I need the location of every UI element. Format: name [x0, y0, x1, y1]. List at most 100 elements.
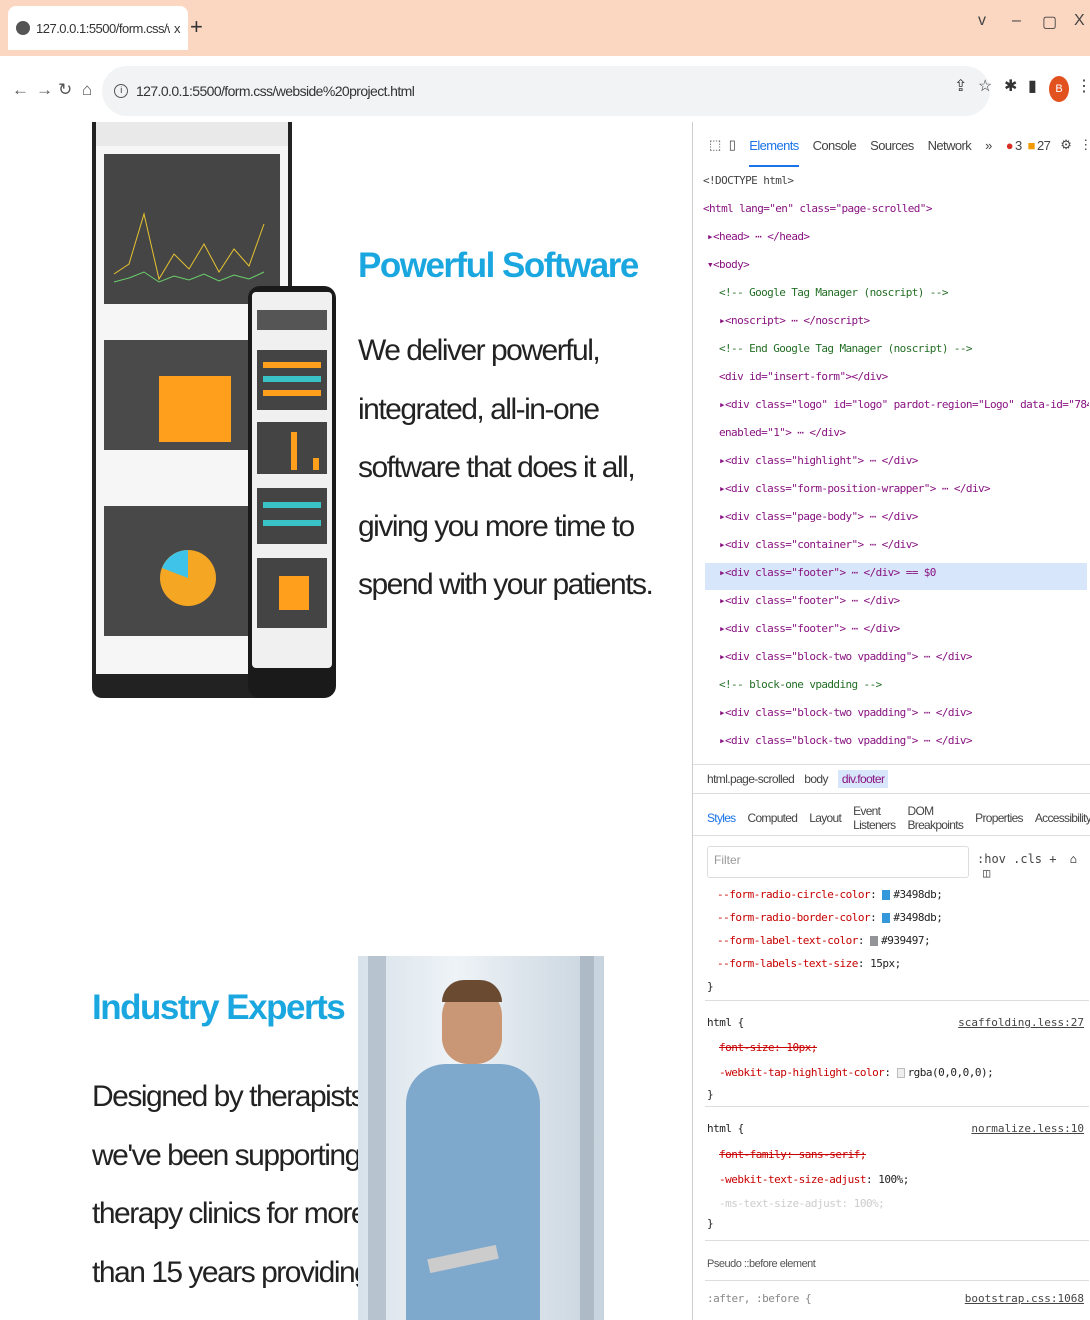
color-swatch[interactable] — [882, 890, 891, 900]
dom-node[interactable]: <html lang="en" class="page-scrolled"> — [703, 202, 932, 215]
dom-node[interactable]: <!-- block-one vpadding --> — [719, 678, 882, 691]
web-page: Powerful Software We deliver powerful, i… — [0, 122, 692, 1320]
error-icon: ● — [1005, 137, 1014, 153]
subtab-properties[interactable]: Properties — [975, 811, 1023, 825]
error-count[interactable]: 3 — [1015, 138, 1022, 153]
color-swatch[interactable] — [870, 936, 879, 946]
new-tab-button[interactable]: + — [190, 14, 203, 40]
rule-source-link[interactable]: bootstrap.css:1068 — [965, 1292, 1084, 1305]
close-window-button[interactable]: X — [1074, 12, 1085, 30]
tab-search-icon[interactable]: v — [978, 12, 986, 30]
dom-node[interactable]: ▸<div class="page-body"> ⋯ </div> — [719, 510, 918, 523]
faded-property[interactable]: -ms-text-size-adjust: 100%; — [719, 1197, 885, 1210]
tab-console[interactable]: Console — [813, 138, 857, 153]
subtab-computed[interactable]: Computed — [747, 811, 797, 825]
style-var-4[interactable]: --form-labels-text-size: 15px; — [717, 957, 901, 970]
dom-node[interactable]: ▸<div class="form-position-wrapper"> ⋯ <… — [719, 482, 991, 495]
warning-icon: ■ — [1027, 137, 1036, 153]
color-swatch[interactable] — [896, 1068, 905, 1078]
sidepanel-icon[interactable]: ▮ — [1028, 76, 1037, 96]
devtools-panel: ⬚ ▯ Elements Console Sources Network » ●… — [692, 122, 1090, 1320]
maximize-button[interactable]: ▢ — [1042, 12, 1057, 32]
url-text: 127.0.0.1:5500/form.css/webside%20projec… — [136, 83, 415, 99]
kebab-menu-icon[interactable]: ⋮ — [1076, 76, 1090, 96]
dom-node[interactable]: ▸<noscript> ⋯ </noscript> — [719, 314, 870, 327]
subtab-styles[interactable]: Styles — [707, 811, 736, 825]
dom-node[interactable]: <!DOCTYPE html> — [703, 174, 794, 187]
pseudo-element-label: Pseudo ::before element — [707, 1258, 816, 1270]
dom-node[interactable]: ▸<div class="block-two vpadding"> ⋯ </di… — [719, 734, 973, 747]
tab-title: 127.0.0.1:5500/form.css/webside — [36, 20, 170, 36]
styles-filter-input[interactable]: Filter — [707, 846, 969, 878]
tab-sources[interactable]: Sources — [870, 138, 914, 153]
extensions-puzzle-icon[interactable]: ✱ — [1004, 76, 1017, 96]
dom-node[interactable]: ▸<div class="block-two vpadding"> ⋯ </di… — [719, 650, 973, 663]
dom-node[interactable]: ▸<div class="footer"> ⋯ </div> == $0 — [719, 566, 936, 579]
tab-strip: 127.0.0.1:5500/form.css/webside x + v – … — [0, 0, 1090, 56]
powerful-software-text: We deliver powerful, integrated, all-in-… — [358, 334, 654, 601]
dom-node[interactable]: ▸<div class="container"> ⋯ </div> — [719, 538, 918, 551]
filter-tools-text[interactable]: :hov .cls + — [977, 852, 1056, 866]
paint-bucket-icon[interactable]: ⌂ — [1070, 852, 1077, 866]
profile-avatar[interactable]: B — [1049, 76, 1069, 102]
phone-screen — [252, 292, 332, 668]
dom-node[interactable]: ▾<body> — [707, 258, 750, 271]
back-arrow-icon[interactable]: ← — [12, 80, 29, 100]
address-bar[interactable]: i 127.0.0.1:5500/form.css/webside%20proj… — [102, 66, 990, 116]
dom-node[interactable]: ▸<div class="logo" id="logo" pardot-regi… — [719, 398, 1089, 411]
dom-tree: <!DOCTYPE html> <html lang="en" class="pa… — [703, 168, 1089, 756]
industry-experts-heading: Industry Experts — [92, 988, 346, 1027]
home-icon[interactable]: ⌂ — [82, 80, 92, 100]
dom-node[interactable]: <!-- End Google Tag Manager (noscript) -… — [719, 342, 973, 355]
overridden-property[interactable]: font-family: sans-serif; — [719, 1148, 866, 1161]
dom-node[interactable]: ▸<head> ⋯ </head> — [707, 230, 810, 243]
rule-selector[interactable]: html { — [707, 1016, 744, 1029]
forward-arrow-icon[interactable]: → — [36, 80, 53, 100]
tab-network[interactable]: Network — [928, 138, 972, 153]
dom-node[interactable]: enabled="1"> ⋯ </div> — [719, 426, 846, 439]
style-var-2[interactable]: --form-radio-border-color: #3498db; — [717, 911, 943, 924]
crumb-div-footer[interactable]: div.footer — [837, 770, 889, 788]
dom-node[interactable]: ▸<div class="footer"> ⋯ </div> — [719, 594, 900, 607]
rule-selector[interactable]: html { — [707, 1122, 744, 1135]
dom-node[interactable]: <!-- Google Tag Manager (noscript) --> — [719, 286, 948, 299]
dom-node[interactable]: <div id="insert-form"></div> — [719, 370, 888, 383]
browser-tab[interactable]: 127.0.0.1:5500/form.css/webside x — [8, 6, 188, 50]
devtools-menu-icon[interactable]: ⋮ — [1079, 137, 1090, 153]
style-property[interactable]: -webkit-text-size-adjust: 100%; — [719, 1173, 909, 1186]
inspect-element-icon[interactable]: ⬚ — [709, 137, 721, 153]
subtab-dom-breakpoints[interactable]: DOM Breakpoints — [907, 804, 963, 832]
therapist-photo — [358, 956, 604, 1320]
close-tab-icon[interactable]: x — [174, 21, 181, 36]
subtab-event-listeners[interactable]: Event Listeners — [853, 804, 896, 832]
color-swatch[interactable] — [882, 913, 891, 923]
style-property[interactable]: -webkit-tap-highlight-color: rgba(0,0,0,… — [719, 1066, 994, 1079]
styles-subtab-bar: Styles Computed Layout Event Listeners D… — [693, 800, 1090, 836]
rule-source-link[interactable]: normalize.less:10 — [971, 1122, 1084, 1135]
dom-node[interactable]: ▸<div class="footer"> ⋯ </div> — [719, 622, 900, 635]
more-tabs-button[interactable]: » — [985, 138, 992, 153]
rule-source-link[interactable]: scaffolding.less:27 — [958, 1016, 1084, 1029]
share-icon[interactable]: ⇪ — [954, 76, 967, 96]
crumb-html[interactable]: html.page-scrolled — [707, 772, 795, 786]
device-toggle-icon[interactable]: ▯ — [729, 137, 736, 153]
settings-gear-icon[interactable]: ⚙ — [1060, 137, 1072, 153]
subtab-accessibility[interactable]: Accessibility — [1035, 811, 1090, 825]
dom-node[interactable]: ▸<div class="block-two vpadding"> ⋯ </di… — [719, 706, 973, 719]
dom-node[interactable]: ▸<div class="highlight"> ⋯ </div> — [719, 454, 918, 467]
phone-mockup-image — [248, 286, 336, 698]
powerful-software-heading: Powerful Software — [358, 246, 639, 285]
minimize-button[interactable]: – — [1012, 12, 1021, 30]
tab-elements[interactable]: Elements — [749, 138, 799, 167]
site-info-icon[interactable]: i — [114, 84, 128, 98]
rule-selector[interactable]: :after, :before { — [707, 1292, 812, 1305]
reload-icon[interactable]: ↻ — [58, 80, 72, 100]
style-var-3[interactable]: --form-label-text-color: #939497; — [717, 934, 931, 947]
overridden-property[interactable]: font-size: 10px; — [719, 1041, 817, 1054]
bookmark-star-icon[interactable]: ☆ — [978, 76, 992, 96]
toggle-sidebar-icon[interactable]: ◫ — [983, 866, 990, 880]
crumb-body[interactable]: body — [804, 772, 828, 786]
style-var-1[interactable]: --form-radio-circle-color: #3498db; — [717, 888, 943, 901]
warning-count[interactable]: 27 — [1037, 138, 1051, 153]
subtab-layout[interactable]: Layout — [809, 811, 842, 825]
